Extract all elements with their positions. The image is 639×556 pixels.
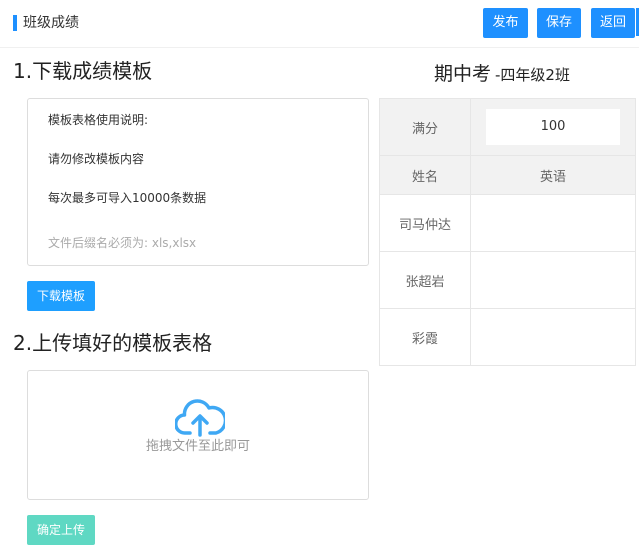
cloud-upload-icon bbox=[175, 399, 225, 437]
student-score-cell[interactable] bbox=[470, 308, 636, 366]
full-score-label: 满分 bbox=[379, 98, 471, 156]
table-header-row: 姓名 英语 bbox=[379, 155, 636, 195]
page-title: 班级成绩 bbox=[23, 15, 79, 31]
title-accent-bar bbox=[13, 15, 17, 31]
back-button[interactable]: 返回 bbox=[591, 8, 635, 38]
column-header-name: 姓名 bbox=[379, 155, 471, 195]
column-header-subject: 英语 bbox=[470, 155, 636, 195]
full-score-row: 满分 100 bbox=[379, 98, 636, 156]
table-row: 司马仲达 bbox=[379, 194, 636, 252]
student-name: 司马仲达 bbox=[379, 194, 471, 252]
info-line-no-modify: 请勿修改模板内容 bbox=[48, 152, 145, 166]
confirm-upload-button[interactable]: 确定上传 bbox=[27, 515, 95, 545]
section-download-title: 1.下载成绩模板 bbox=[13, 59, 153, 83]
section-upload-title: 2.上传填好的模板表格 bbox=[13, 331, 213, 355]
exam-heading: 期中考 -四年级2班 bbox=[434, 59, 570, 86]
info-file-extension-note: 文件后缀名必须为: xls,xlsx bbox=[48, 236, 197, 250]
publish-button[interactable]: 发布 bbox=[483, 8, 528, 38]
full-score-input[interactable]: 100 bbox=[486, 109, 620, 145]
student-name: 彩霞 bbox=[379, 308, 471, 366]
exam-class: -四年级2班 bbox=[495, 66, 570, 84]
full-score-cell: 100 bbox=[470, 98, 636, 156]
download-template-button[interactable]: 下载模板 bbox=[27, 281, 95, 311]
table-row: 张超岩 bbox=[379, 251, 636, 309]
header: 班级成绩 发布 保存 返回 bbox=[0, 0, 639, 48]
exam-name: 期中考 bbox=[434, 63, 492, 85]
student-name: 张超岩 bbox=[379, 251, 471, 309]
info-heading: 模板表格使用说明: bbox=[48, 113, 149, 127]
grade-table: 满分 100 姓名 英语 司马仲达 张超岩 彩霞 bbox=[379, 98, 636, 366]
student-score-cell[interactable] bbox=[470, 194, 636, 252]
student-score-cell[interactable] bbox=[470, 251, 636, 309]
info-line-max-rows: 每次最多可导入10000条数据 bbox=[48, 191, 207, 205]
drop-zone-text: 拖拽文件至此即可 bbox=[145, 439, 250, 454]
table-row: 彩霞 bbox=[379, 308, 636, 366]
template-info-box: 模板表格使用说明: 请勿修改模板内容 每次最多可导入10000条数据 文件后缀名… bbox=[27, 98, 369, 266]
file-drop-zone[interactable]: 拖拽文件至此即可 bbox=[27, 370, 369, 500]
save-button[interactable]: 保存 bbox=[537, 8, 581, 38]
